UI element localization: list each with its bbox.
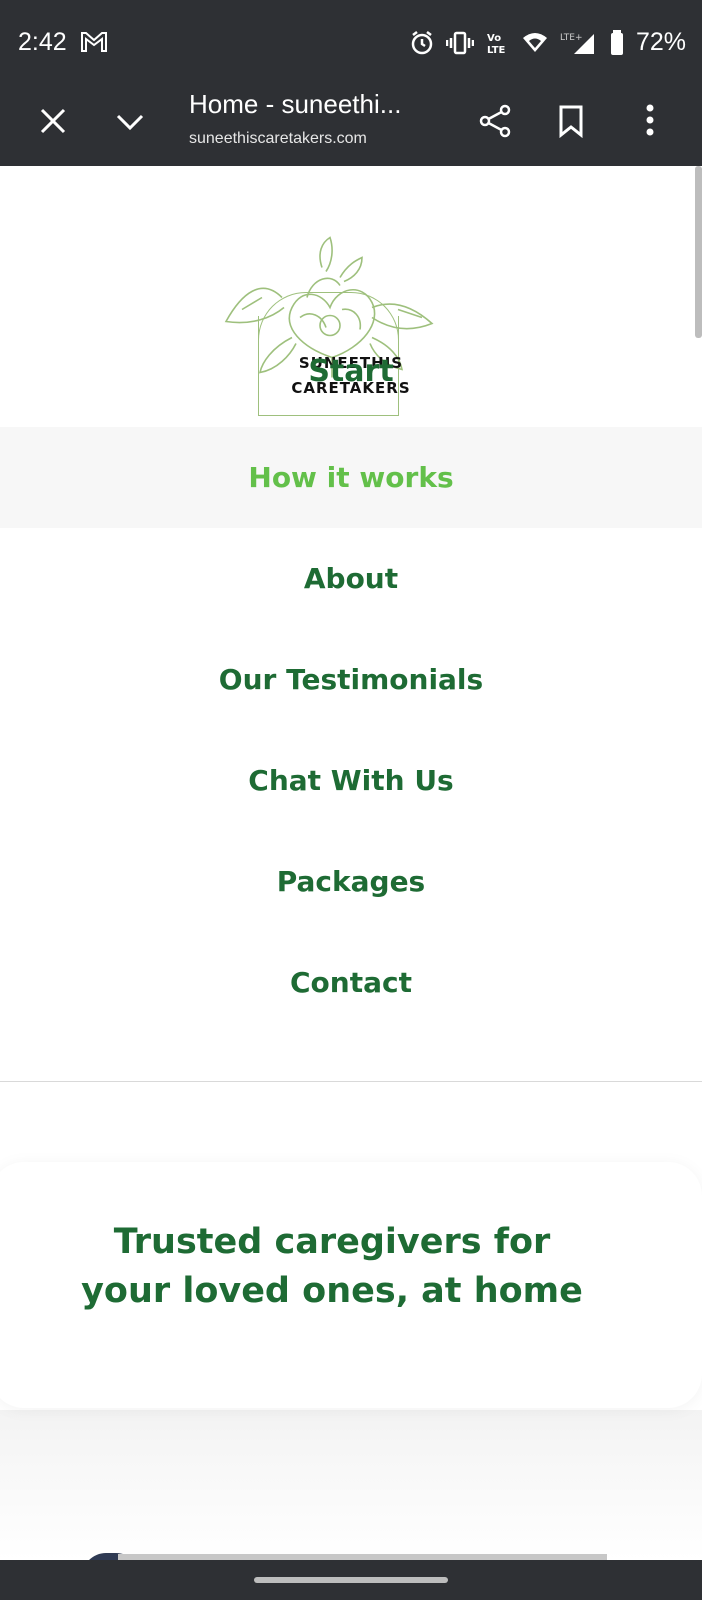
page-scrollbar[interactable] (695, 166, 702, 338)
page-url[interactable]: suneethiscaretakers.com (189, 130, 367, 148)
nav-item-about[interactable]: About (0, 528, 702, 629)
status-bar: 2:42 Vo LTE LTE+ 72% (0, 0, 702, 86)
hero-title: Trusted caregivers for your loved ones, … (0, 1218, 664, 1316)
alarm-icon (411, 30, 433, 54)
wifi-icon (522, 32, 547, 52)
svg-text:Vo: Vo (487, 33, 501, 44)
svg-text:LTE: LTE (487, 45, 506, 56)
bookmark-icon[interactable] (558, 104, 584, 138)
battery-icon (610, 29, 623, 55)
network-type: LTE+ (560, 33, 583, 43)
nav-item-contact[interactable]: Contact (0, 932, 702, 1033)
hero-background (0, 1410, 702, 1560)
vibrate-icon (445, 31, 474, 54)
nav-item-how-it-works[interactable]: How it works (0, 427, 702, 528)
nav-item-start[interactable]: Start (0, 354, 702, 389)
nav-menu: How it works About Our Testimonials Chat… (0, 427, 702, 1033)
battery-percent: 72% (635, 28, 686, 56)
hero-title-line2: your loved ones, at home (81, 1271, 583, 1311)
hero-title-line1: Trusted caregivers for (113, 1222, 551, 1262)
nav-item-chat-with-us[interactable]: Chat With Us (0, 730, 702, 831)
close-icon[interactable] (38, 106, 68, 136)
chevron-down-icon[interactable] (115, 110, 145, 134)
home-gesture-handle[interactable] (254, 1577, 448, 1583)
browser-toolbar: Home - suneethi... suneethiscaretakers.c… (0, 86, 702, 166)
nav-item-testimonials[interactable]: Our Testimonials (0, 629, 702, 730)
mail-icon (81, 32, 107, 52)
status-time: 2:42 (18, 28, 67, 56)
volte-icon: Vo LTE (487, 33, 506, 56)
status-icons: Vo LTE LTE+ 72% (410, 28, 686, 57)
nav-item-packages[interactable]: Packages (0, 831, 702, 932)
share-icon[interactable] (478, 104, 512, 138)
signal-icon: LTE+ (560, 33, 594, 54)
page-title: Home - suneethi... (189, 89, 402, 119)
more-vert-icon[interactable] (640, 102, 660, 138)
nav-divider (0, 1081, 702, 1082)
